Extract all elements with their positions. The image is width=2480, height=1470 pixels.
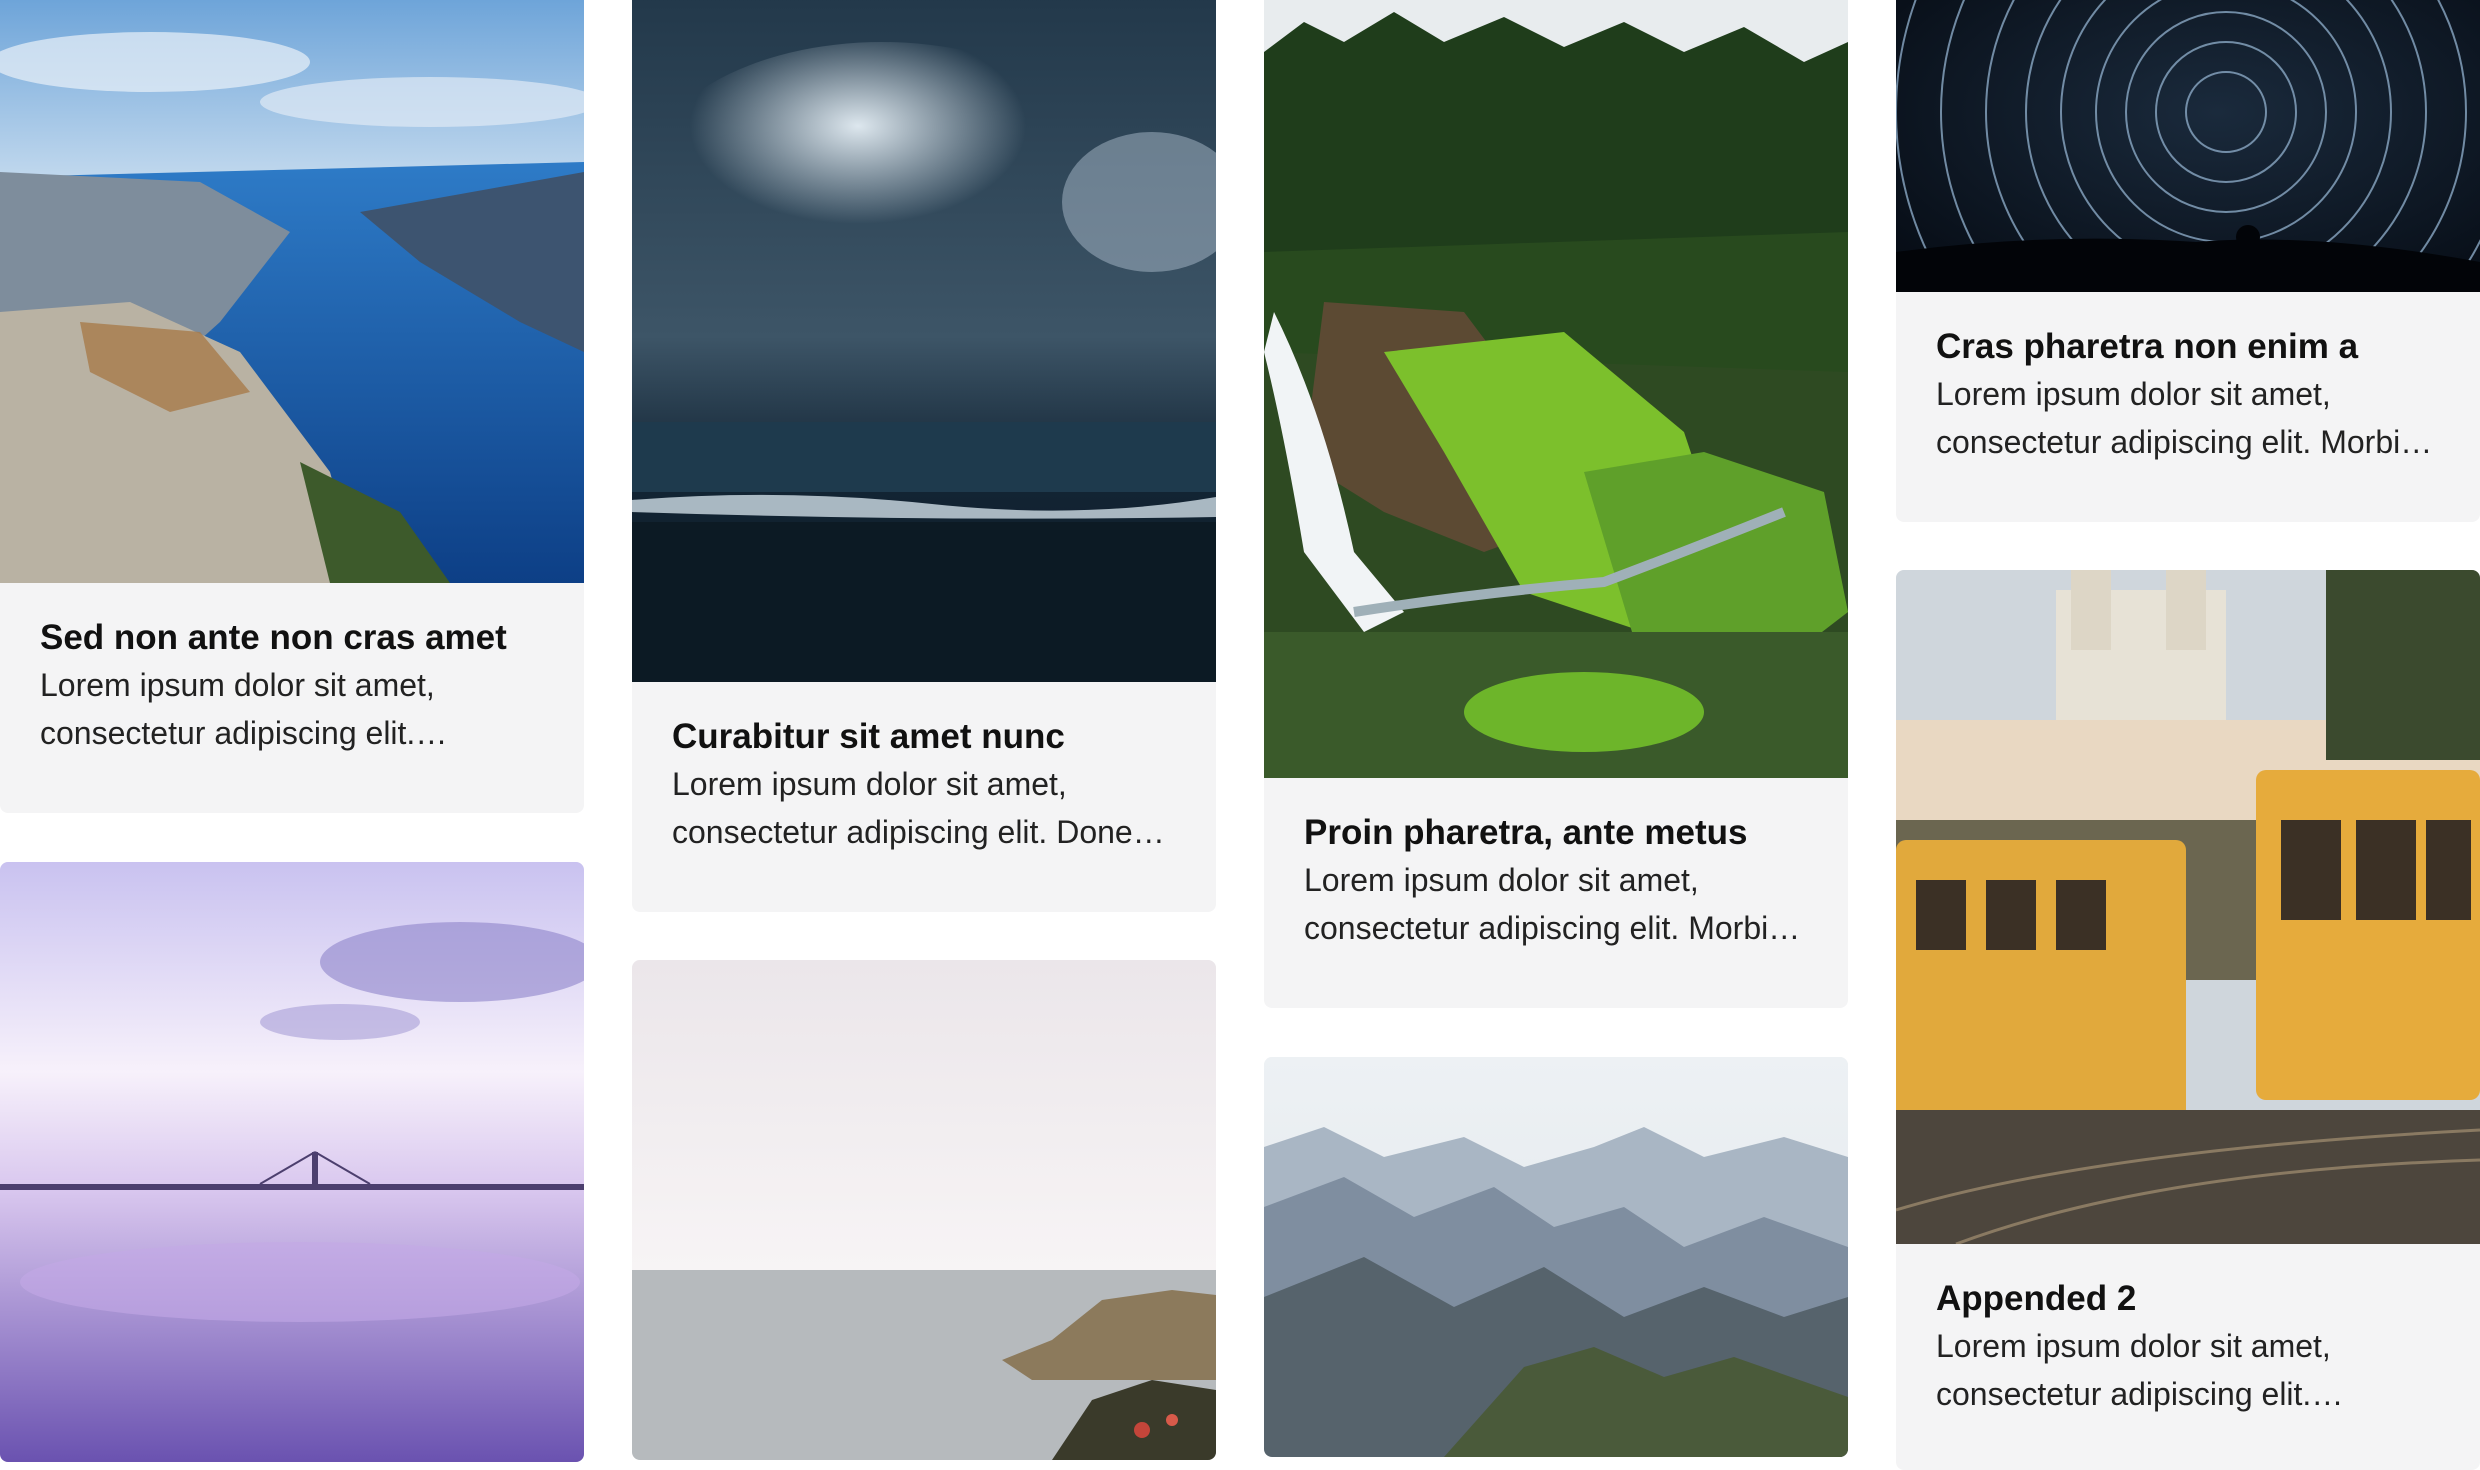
lisbon-trams-photo [1896,570,2480,1244]
card-1[interactable]: Sed non ante non cras amet Lorem ipsum d… [0,0,584,813]
card-text-line: Lorem ipsum dolor sit amet, [672,766,1067,802]
card-2[interactable] [0,862,584,1462]
stormy-sea-photo [632,0,1216,682]
card-text-line: Lorem ipsum dolor sit amet, [1936,1328,2331,1364]
card-text-line: consectetur adipiscing elit.… [1936,1376,2344,1412]
card-8[interactable]: Appended 2 Lorem ipsum dolor sit amet, c… [1896,570,2480,1470]
card-text-line: consectetur adipiscing elit. Morbi… [1304,910,1801,946]
card-7[interactable]: Cras pharetra non enim a Lorem ipsum dol… [1896,0,2480,522]
card-4[interactable] [632,960,1216,1460]
card-title[interactable]: Curabitur sit amet nunc [672,714,1176,760]
mountain-range-photo [1264,1057,1848,1457]
card-text-line: Lorem ipsum dolor sit amet, [1936,376,2331,412]
card-text-line: Lorem ipsum dolor sit amet, [1304,862,1699,898]
card-text-line: consectetur adipiscing elit.… [40,715,448,751]
star-trails-photo [1896,0,2480,292]
card-title[interactable]: Cras pharetra non enim a [1936,324,2440,370]
coastal-rocks-photo [632,960,1216,1460]
card-5[interactable]: Proin pharetra, ante metus Lorem ipsum d… [1264,0,1848,1008]
card-title[interactable]: Appended 2 [1936,1276,2440,1322]
fjord-cliff-photo [0,0,584,583]
forest-waterfall-photo [1264,0,1848,778]
card-text-line: Lorem ipsum dolor sit amet, [40,667,435,703]
card-3[interactable]: Curabitur sit amet nunc Lorem ipsum dolo… [632,0,1216,912]
card-title[interactable]: Proin pharetra, ante metus [1304,810,1808,856]
purple-sea-bridge-photo [0,862,584,1462]
card-text-line: consectetur adipiscing elit. Donec… [672,814,1176,850]
card-6[interactable] [1264,1057,1848,1457]
card-text-line: consectetur adipiscing elit. Morbi… [1936,424,2433,460]
card-title[interactable]: Sed non ante non cras amet [40,615,544,661]
